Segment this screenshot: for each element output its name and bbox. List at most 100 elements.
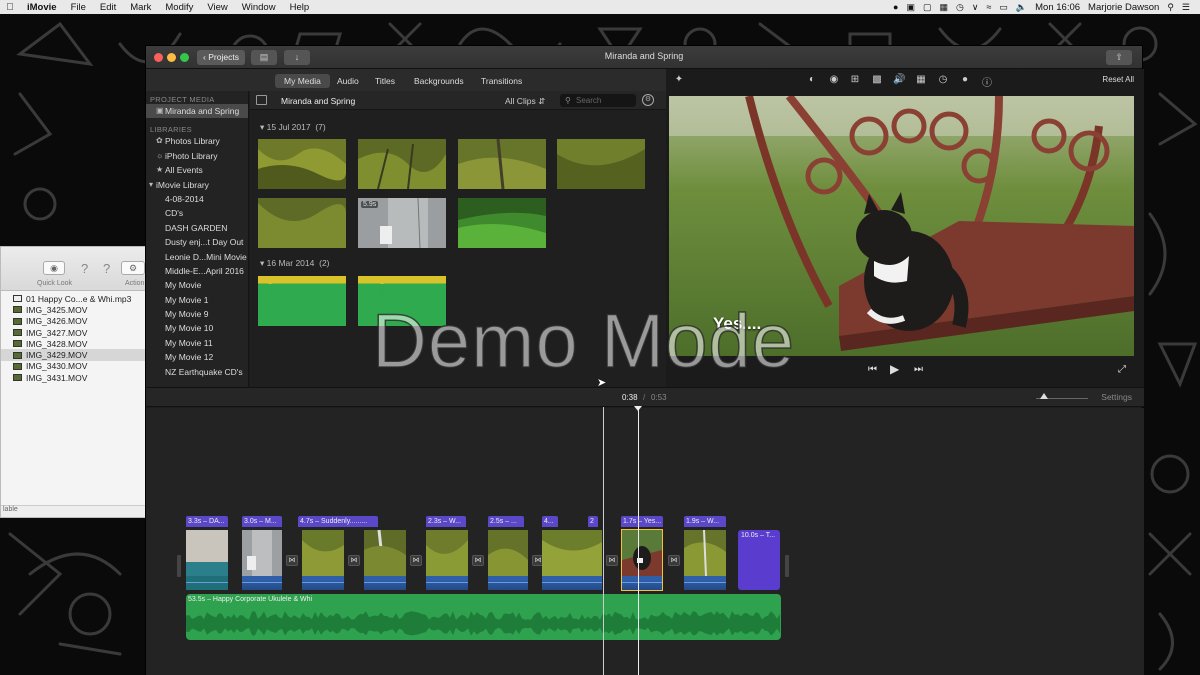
clip-title-label[interactable]: 3.0s – M... (242, 516, 282, 527)
reset-all-button[interactable]: Reset All (1102, 75, 1134, 84)
timeline-clip[interactable] (186, 530, 228, 590)
time-machine-icon[interactable]: ◷ (956, 2, 964, 13)
help-icon-2[interactable]: ? (103, 261, 110, 276)
timeline-settings-button[interactable]: Settings (1101, 392, 1132, 402)
background-music-track[interactable]: 53.5s – Happy Corporate Ukulele & Whi (186, 594, 781, 640)
menu-user[interactable]: Marjorie Dawson (1088, 2, 1159, 13)
transition-icon[interactable]: ⋈ (348, 555, 360, 566)
clip-title-label[interactable]: 4.7s – Suddenly......... (298, 516, 378, 527)
menu-mark[interactable]: Mark (123, 2, 158, 13)
timeline-clip[interactable] (364, 530, 406, 590)
menu-app[interactable]: iMovie (20, 2, 64, 13)
color-balance-icon[interactable]: ◐ (806, 74, 818, 85)
speed-icon[interactable]: ◷ (937, 74, 949, 85)
audio-thumbnail[interactable] (258, 276, 346, 326)
menu-help[interactable]: Help (283, 2, 317, 13)
sidebar-event[interactable]: My Movie 12 (146, 350, 248, 364)
sidebar-event[interactable]: CD's (146, 206, 248, 220)
zoom-window-button[interactable] (180, 53, 189, 62)
timeline-clip[interactable] (488, 530, 528, 590)
media-thumbnail[interactable] (458, 139, 546, 189)
tab-transitions[interactable]: Transitions (472, 74, 531, 88)
volume-adjust-icon[interactable]: 🔊 (893, 74, 905, 85)
menu-modify[interactable]: Modify (158, 2, 200, 13)
skip-forward-icon[interactable]: ⏭ (914, 364, 923, 375)
status-icon-1[interactable]: ● (893, 2, 898, 12)
fullscreen-icon[interactable]: ⤢ (1118, 364, 1126, 375)
status-icon-3[interactable]: ▢ (923, 2, 932, 13)
spotlight-icon[interactable]: ⚲ (1167, 2, 1174, 13)
clip-filter-icon[interactable]: ● (959, 74, 971, 85)
timeline-start-handle[interactable] (177, 555, 181, 577)
clip-title-label[interactable]: 4... (542, 516, 558, 527)
close-window-button[interactable] (154, 53, 163, 62)
sidebar-toggle-icon[interactable] (256, 95, 267, 105)
apple-menu-icon[interactable]:  (0, 2, 20, 13)
volume-icon[interactable]: 🔈 (1016, 2, 1027, 13)
sidebar-event[interactable]: NZ Earthquake CD's (146, 365, 248, 379)
media-thumbnail[interactable] (557, 139, 645, 189)
sidebar-event[interactable]: My Movie 11 (146, 336, 248, 350)
color-correction-icon[interactable]: ◉ (828, 74, 840, 85)
menu-window[interactable]: Window (235, 2, 283, 13)
sidebar-event[interactable]: My Movie (146, 278, 248, 292)
zoom-slider-knob[interactable] (1039, 393, 1048, 399)
sidebar-item-photos-library[interactable]: ✿ Photos Library (146, 134, 248, 148)
wifi-icon[interactable]: ≈ (986, 2, 991, 12)
sidebar-event[interactable]: My Movie 10 (146, 321, 248, 335)
browser-settings-icon[interactable]: ⚙ (642, 94, 654, 106)
clip-title-label[interactable]: 1.7s – Yes... (621, 516, 663, 527)
import-arrow-icon[interactable]: ↓ (284, 50, 310, 65)
sidebar-item-project[interactable]: ▣ Miranda and Spring (146, 104, 248, 119)
projects-button[interactable]: ‹ Projects (197, 50, 245, 65)
event-group-header[interactable]: ▾ 16 Mar 2014 (2) (260, 258, 330, 269)
menu-file[interactable]: File (64, 2, 93, 13)
title-clip[interactable]: 10.0s – T... (738, 530, 780, 590)
info-icon[interactable]: ⓘ (981, 74, 993, 89)
play-icon[interactable]: ▶ (890, 362, 899, 376)
gear-icon[interactable]: ⚙ (121, 261, 145, 275)
media-thumbnail[interactable] (358, 139, 446, 189)
help-icon[interactable]: ? (81, 261, 88, 276)
timeline-clip[interactable] (302, 530, 344, 590)
magic-wand-icon[interactable]: ✦ (673, 74, 685, 85)
status-icon-2[interactable]: ▣ (906, 2, 915, 13)
timeline-clip[interactable] (242, 530, 282, 590)
disclosure-triangle-icon[interactable]: ▾ (149, 178, 153, 192)
file-row[interactable]: IMG_3430.MOV (1, 361, 145, 372)
sidebar-event[interactable]: Leonie D...Mini Movie (146, 250, 248, 264)
airplay-icon[interactable]: ▭ (999, 2, 1008, 13)
noise-reduction-icon[interactable]: ▦ (915, 74, 927, 85)
timeline-end-handle[interactable] (785, 555, 789, 577)
share-icon[interactable]: ⇧ (1106, 50, 1132, 65)
minimize-window-button[interactable] (167, 53, 176, 62)
clip-title-label[interactable]: 1.9s – W... (684, 516, 726, 527)
timeline-clip[interactable] (684, 530, 726, 590)
stabilization-icon[interactable]: ▩ (871, 74, 883, 85)
media-thumbnail[interactable] (258, 198, 346, 248)
clip-title-label[interactable]: 2 (588, 516, 598, 527)
timeline[interactable]: 3.3s – DA... 3.0s – M... 4.7s – Suddenly… (146, 408, 1144, 675)
clip-filter-select[interactable]: All Clips ⇵ (505, 96, 545, 107)
file-row[interactable]: IMG_3426.MOV (1, 316, 145, 327)
media-thumbnail[interactable] (258, 139, 346, 189)
sidebar-item-all-events[interactable]: ★ All Events (146, 163, 248, 177)
timeline-clip-selected[interactable] (621, 529, 663, 591)
sidebar-event[interactable]: My Movie 1 (146, 293, 248, 307)
sidebar-event[interactable]: DASH GARDEN (146, 221, 248, 235)
transition-icon[interactable]: ⋈ (668, 555, 680, 566)
file-row[interactable]: IMG_3427.MOV (1, 327, 145, 338)
sidebar-event[interactable]: My Movie 9 (146, 307, 248, 321)
quick-look-icon[interactable]: ◉ (43, 261, 65, 275)
bluetooth-icon[interactable]: ∨ (972, 2, 979, 13)
crop-icon[interactable]: ⊞ (849, 74, 861, 85)
menu-view[interactable]: View (200, 2, 234, 13)
playhead[interactable] (638, 407, 639, 675)
media-import-icon[interactable]: ▤ (251, 50, 277, 65)
sidebar-event[interactable]: 4-08-2014 (146, 192, 248, 206)
file-row[interactable]: IMG_3431.MOV (1, 372, 145, 383)
clip-title-label[interactable]: 3.3s – DA... (186, 516, 228, 527)
clip-title-label[interactable]: 2.5s – ... (488, 516, 524, 527)
file-row[interactable]: IMG_3425.MOV (1, 304, 145, 315)
transition-icon[interactable]: ⋈ (472, 555, 484, 566)
